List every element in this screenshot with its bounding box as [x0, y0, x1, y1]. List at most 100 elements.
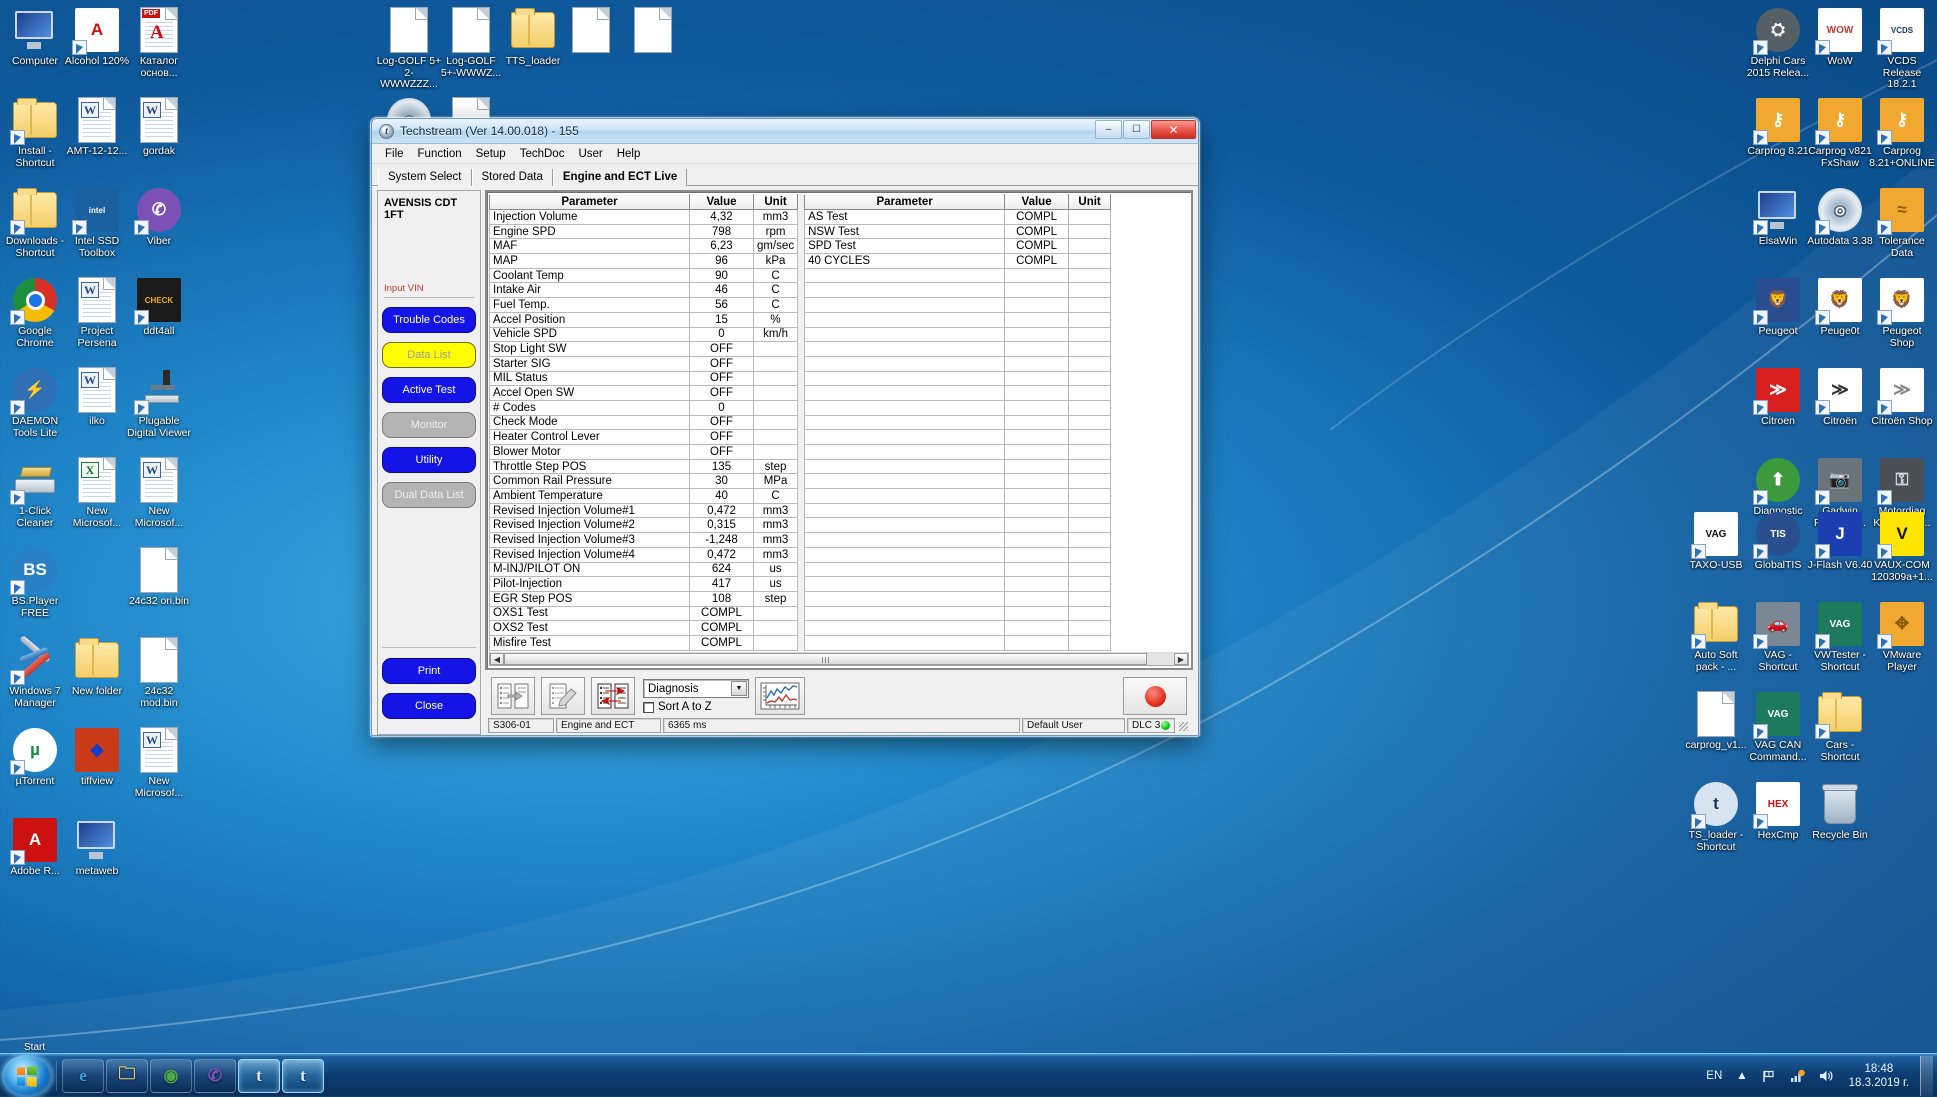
chevron-down-icon[interactable]: ▼ — [731, 681, 747, 696]
desktop-icon[interactable]: Downloads - Shortcut — [4, 186, 66, 276]
header-unit[interactable]: Unit — [1068, 194, 1112, 210]
table-row[interactable] — [804, 517, 1112, 534]
desktop-icon[interactable]: VAG VAG CAN Command... — [1747, 690, 1809, 780]
maximize-button[interactable]: ☐ — [1123, 120, 1150, 139]
table-row[interactable]: Intake Air 46 C — [489, 282, 799, 299]
desktop-icon[interactable]: VAG TAXO-USB — [1685, 510, 1747, 600]
table-row[interactable] — [804, 282, 1112, 299]
table-row[interactable]: Coolant Temp 90 C — [489, 267, 799, 284]
data-table-left[interactable]: Parameter Value Unit Injection Volume 4,3… — [489, 194, 799, 651]
table-row[interactable]: EGR Step POS 108 step — [489, 590, 799, 607]
table-row[interactable]: Common Rail Pressure 30 MPa — [489, 473, 799, 490]
desktop-icon[interactable]: ✥ VMware Player — [1871, 600, 1933, 690]
desktop-icon[interactable]: Cars - Shortcut — [1809, 690, 1871, 780]
table-row[interactable]: SPD Test COMPL — [804, 238, 1112, 255]
table-row[interactable] — [804, 370, 1112, 387]
horizontal-scrollbar[interactable]: ◀ ▶ — [489, 652, 1189, 666]
table-row[interactable] — [804, 488, 1112, 504]
desktop-icon[interactable]: Google Chrome — [4, 276, 66, 366]
desktop-icon[interactable]: New folder — [66, 636, 128, 726]
desktop-icon[interactable]: W Project Persena — [66, 276, 128, 366]
desktop-icon[interactable]: ⛭ Delphi Cars 2015 Relea... — [1747, 6, 1809, 96]
menu-item-function[interactable]: Function — [411, 146, 469, 162]
table-row[interactable] — [804, 561, 1112, 578]
desktop-icon[interactable]: 🦁 Peugeot — [1747, 276, 1809, 366]
scroll-left-arrow[interactable]: ◀ — [490, 653, 504, 665]
desktop-icon[interactable]: 🦁 Peugeot Shop — [1871, 276, 1933, 366]
taskbar-explorer[interactable]: e — [62, 1058, 104, 1093]
edit-list-button[interactable] — [541, 677, 585, 715]
sidebar-button-trouble-codes[interactable]: Trouble Codes — [382, 307, 476, 333]
table-row[interactable] — [804, 634, 1112, 651]
desktop-icon[interactable] — [622, 6, 684, 96]
scrollbar-track[interactable] — [504, 653, 1174, 665]
desktop-icon[interactable]: CHECK ddt4all — [128, 276, 190, 366]
desktop-icon[interactable]: X New Microsof... — [66, 456, 128, 546]
desktop-icon[interactable]: TTS_loader — [502, 6, 564, 96]
table-row[interactable] — [804, 385, 1112, 401]
table-row[interactable] — [804, 605, 1112, 622]
window-titlebar[interactable]: t Techstream (Ver 14.00.018) - 155 – ☐ ✕ — [372, 119, 1198, 144]
desktop-icon[interactable]: ⚷ Carprog 8.21 — [1747, 96, 1809, 186]
header-value[interactable]: Value — [1004, 194, 1070, 210]
desktop-icon[interactable]: 24c32 mod.bin — [128, 636, 190, 726]
desktop-icon[interactable]: Windows 7 Manager — [4, 635, 66, 726]
desktop-icon[interactable]: PDF A Каталог основ... — [128, 6, 190, 96]
desktop-icon[interactable]: Log-GOLF 5+-WWWZ... — [440, 6, 502, 96]
transfer-list-button[interactable] — [491, 677, 535, 715]
menu-item-techdoc[interactable]: TechDoc — [513, 146, 572, 162]
desktop-icon[interactable]: Wgordak — [128, 96, 190, 186]
desktop-icon[interactable]: ✆ Viber — [128, 186, 190, 276]
tab-stored-data[interactable]: Stored Data — [471, 169, 553, 186]
chevron-up-icon[interactable]: ▲ — [1729, 1070, 1754, 1082]
table-row[interactable] — [804, 576, 1112, 592]
desktop-icon[interactable]: 24c32 ori.bin — [128, 546, 190, 636]
table-row[interactable]: Ambient Temperature 40 C — [489, 488, 799, 504]
desktop-icon[interactable]: V VAUX-COM 120309a+1... — [1871, 510, 1933, 600]
table-row[interactable]: Injection Volume 4,32 mm3 — [489, 209, 799, 225]
graph-view-button[interactable] — [755, 677, 805, 715]
table-row[interactable] — [804, 399, 1112, 416]
techstream-window[interactable]: t Techstream (Ver 14.00.018) - 155 – ☐ ✕… — [370, 117, 1200, 737]
tab-system-select[interactable]: System Select — [378, 169, 472, 186]
table-row[interactable] — [804, 444, 1112, 460]
table-row[interactable]: Check Mode OFF — [489, 414, 799, 431]
desktop-icon[interactable]: 🦁 Peuge0t — [1809, 276, 1871, 366]
table-row[interactable] — [804, 473, 1112, 490]
desktop-icon[interactable]: Log-GOLF 5+ 2-WWWZZZ... — [377, 6, 441, 96]
sidebar-button-close[interactable]: Close — [382, 693, 476, 719]
scrollbar-thumb[interactable] — [504, 653, 1148, 665]
desktop-icon[interactable]: intel Intel SSD Toolbox — [66, 186, 128, 276]
show-desktop-button[interactable] — [1920, 1055, 1933, 1096]
header-value[interactable]: Value — [689, 194, 754, 210]
table-row[interactable]: M-INJ/PILOT ON 624 us — [489, 561, 799, 578]
desktop-icon[interactable]: 🚗 VAG - Shortcut — [1747, 600, 1809, 690]
desktop-icon[interactable]: carprog_v1... — [1685, 690, 1747, 780]
desktop-icon[interactable]: A Alcohol 120% — [65, 6, 129, 96]
desktop-icon[interactable]: Computer — [4, 6, 66, 96]
speaker-icon[interactable] — [1812, 1069, 1841, 1083]
desktop-icon[interactable]: TIS GlobalTIS — [1747, 510, 1809, 600]
desktop-icon[interactable]: metaweb — [66, 816, 128, 906]
desktop-icon[interactable]: VCDS VCDS Release 18.2.1 — [1871, 6, 1933, 96]
clock[interactable]: 18:48 18.3.2019 г. — [1841, 1062, 1917, 1090]
table-row[interactable] — [804, 546, 1112, 563]
desktop-icon[interactable]: ElsaWin — [1747, 186, 1809, 276]
menu-item-help[interactable]: Help — [610, 146, 648, 162]
desktop-icon[interactable]: ≫ Citroën — [1809, 366, 1871, 456]
table-row[interactable] — [804, 620, 1112, 636]
mode-select[interactable]: Diagnosis ▼ — [643, 679, 749, 698]
desktop-icon[interactable] — [66, 546, 128, 636]
table-row[interactable]: Blower Motor OFF — [489, 444, 799, 460]
sidebar-button-utility[interactable]: Utility — [382, 447, 476, 473]
taskbar-techstream-1[interactable]: t — [238, 1058, 280, 1093]
sidebar-button-active-test[interactable]: Active Test — [382, 377, 476, 403]
desktop-icon[interactable]: W New Microsof... — [128, 456, 190, 546]
minimize-button[interactable]: – — [1095, 120, 1122, 139]
table-row[interactable] — [804, 355, 1112, 372]
desktop-icon[interactable]: WOW WoW — [1809, 6, 1871, 96]
table-row[interactable]: Revised Injection Volume#1 0,472 mm3 — [489, 502, 799, 519]
desktop-icon[interactable]: µ µTorrent — [4, 726, 66, 816]
table-row[interactable]: Starter SIG OFF — [489, 355, 799, 372]
table-row[interactable] — [804, 267, 1112, 284]
